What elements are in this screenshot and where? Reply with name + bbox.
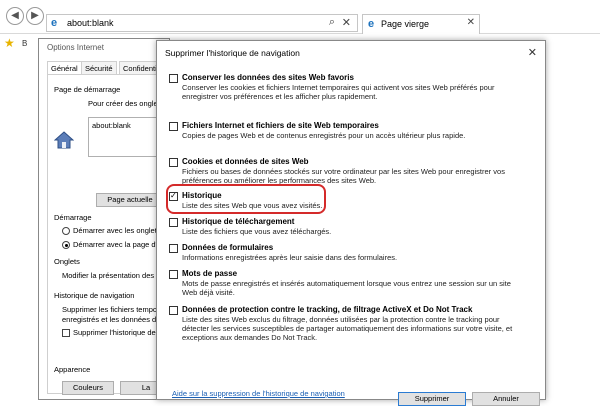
cancel-button[interactable]: Annuler bbox=[472, 392, 540, 406]
startup-option-tabs: Démarrer avec les onglets bbox=[73, 226, 161, 235]
favorites-checkbox[interactable] bbox=[169, 74, 178, 83]
dialog-title: Options Internet bbox=[47, 43, 104, 52]
option-name: Mots de passe bbox=[182, 269, 238, 278]
home-description: Pour créer des onglet bbox=[88, 99, 160, 108]
close-tab-icon[interactable]: ✕ bbox=[467, 17, 475, 28]
option-name: Données de formulaires bbox=[182, 243, 274, 252]
startup-option-home: Démarrer avec la page d'a bbox=[73, 240, 162, 249]
startup-radio-tabs[interactable] bbox=[62, 227, 70, 235]
dialog-title: Supprimer l'historique de navigation bbox=[165, 48, 300, 58]
tab-security[interactable]: Sécurité bbox=[81, 61, 117, 75]
forward-button[interactable]: ▶ bbox=[26, 7, 44, 25]
appearance-group-label: Apparence bbox=[54, 365, 91, 374]
tab-title: Page vierge bbox=[381, 19, 430, 29]
startup-radio-home[interactable] bbox=[62, 241, 70, 249]
favorites-star-icon[interactable]: ★ bbox=[4, 36, 15, 50]
passwords-checkbox[interactable] bbox=[169, 270, 178, 279]
delete-on-exit-checkbox[interactable] bbox=[62, 329, 70, 337]
option-desc: Conserver les cookies et fichiers Intern… bbox=[182, 83, 495, 101]
downloads-checkbox[interactable] bbox=[169, 218, 178, 227]
forms-checkbox[interactable] bbox=[169, 244, 178, 253]
temp-files-checkbox[interactable] bbox=[169, 122, 178, 131]
option-name: Historique de téléchargement bbox=[182, 217, 295, 226]
ie-icon: e bbox=[368, 18, 375, 30]
startup-group-label: Démarrage bbox=[54, 213, 92, 222]
home-page-value: about:blank bbox=[92, 121, 131, 130]
tab-page-vierge[interactable]: e Page vierge ✕ bbox=[362, 14, 480, 34]
help-link[interactable]: Aide sur la suppression de l'historique … bbox=[172, 389, 345, 398]
tracking-checkbox[interactable] bbox=[169, 306, 178, 315]
home-group-label: Page de démarrage bbox=[54, 85, 121, 94]
option-name: Cookies et données de sites Web bbox=[182, 157, 309, 166]
option-desc: Mots de passe enregistrés et insérés aut… bbox=[182, 279, 511, 297]
option-desc: Informations enregistrées après leur sai… bbox=[182, 253, 398, 262]
internet-options-dialog: Options Internet Général Sécurité Confid… bbox=[38, 38, 177, 400]
history-highlight-annotation bbox=[166, 184, 326, 214]
close-icon[interactable]: ✕ bbox=[528, 46, 537, 59]
history-group-label: Historique de navigation bbox=[54, 291, 135, 300]
colors-button[interactable]: Couleurs bbox=[62, 381, 114, 395]
address-bar[interactable]: e about:blank ⌕ ✕ bbox=[46, 14, 358, 32]
favorites-item[interactable]: B bbox=[22, 39, 27, 48]
history-description-1: Supprimer les fichiers tempora bbox=[62, 305, 164, 314]
current-page-button[interactable]: Page actuelle bbox=[96, 193, 164, 207]
back-button[interactable]: ◀ bbox=[6, 7, 24, 25]
cookies-checkbox[interactable] bbox=[169, 158, 178, 167]
search-icon[interactable]: ⌕ bbox=[329, 16, 335, 29]
option-name: Fichiers Internet et fichiers de site We… bbox=[182, 121, 379, 130]
option-desc: Fichiers ou bases de données stockés sur… bbox=[182, 167, 505, 185]
ie-icon: e bbox=[51, 17, 58, 29]
delete-button[interactable]: Supprimer bbox=[398, 392, 466, 406]
browser-toolbar: ◀ ▶ e about:blank ⌕ ✕ e Page vierge ✕ bbox=[0, 0, 600, 34]
tabs-description: Modifier la présentation des pa bbox=[62, 271, 165, 280]
tabs-group-label: Onglets bbox=[54, 257, 80, 266]
option-name: Données de protection contre le tracking… bbox=[182, 305, 473, 314]
history-description-2: enregistrés et les données de fo bbox=[62, 315, 169, 324]
delete-history-dialog: Supprimer l'historique de navigation ✕ C… bbox=[156, 40, 546, 400]
option-desc: Copies de pages Web et de contenus enreg… bbox=[182, 131, 466, 140]
refresh-icon[interactable]: ✕ bbox=[342, 16, 351, 29]
delete-on-exit-label: Supprimer l'historique de n bbox=[73, 328, 162, 337]
option-desc: Liste des fichiers que vous avez télécha… bbox=[182, 227, 332, 236]
option-name: Conserver les données des sites Web favo… bbox=[182, 73, 354, 82]
house-icon bbox=[54, 131, 74, 149]
tab-general[interactable]: Général bbox=[47, 61, 82, 75]
address-url: about:blank bbox=[67, 18, 114, 28]
option-desc: Liste des sites Web exclus du filtrage, … bbox=[182, 315, 513, 342]
